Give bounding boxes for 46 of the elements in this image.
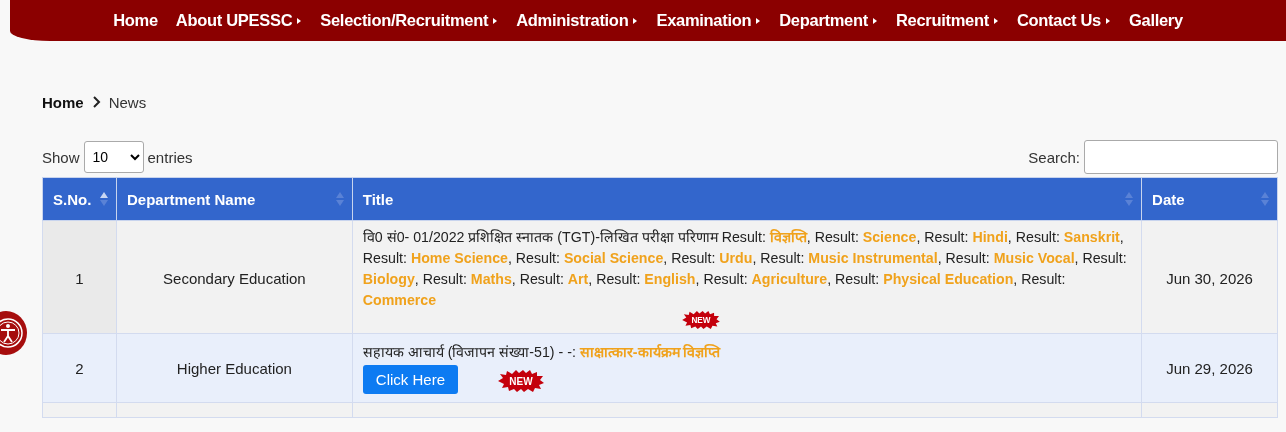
nav-link[interactable]: Contact Us <box>1007 11 1120 30</box>
nav-link[interactable]: Selection/Recruitment <box>311 11 508 30</box>
table-cell: Jun 29, 2026 <box>1141 333 1278 403</box>
breadcrumb-current: News <box>108 93 147 111</box>
result-link[interactable]: Music Instrumental <box>808 250 938 266</box>
column-header[interactable]: Department Name <box>116 177 353 221</box>
result-link[interactable]: Biology <box>362 271 415 287</box>
column-header[interactable]: Date <box>1141 177 1278 221</box>
result-link[interactable]: Commerce <box>362 292 437 308</box>
result-link[interactable]: विज्ञप्ति <box>769 229 807 245</box>
chevron-right-icon <box>91 96 101 108</box>
entries-label: entries <box>147 148 193 166</box>
table-cell: Jun 30, 2026 <box>1141 220 1278 334</box>
nav-link[interactable]: About UPESSC <box>166 11 312 30</box>
news-title: वि0 सं0- 01/2022 प्रशिक्षित स्नातक (TGT)-लिखित परीक्षा परिणाम Result: विज्ञप्ति, Result: Science, Result: Hindi, Result: Sanskrit, Result: Home Science, Result: Social Science, Result: Urdu, Result: Music Instrumental, Result: Music Vocal, Result: Biology, Result: Maths, Result: Art, Result: English, Result: Agriculture, Result: Physical Education, Result: Commerce <box>362 228 1128 310</box>
news-title: सहायक आचार्य (विजापन संख्या-51) - -: साक्षात्कार-कार्यक्रम विज्ञप्ति <box>362 343 722 362</box>
result-link[interactable]: साक्षात्कार-कार्यक्रम विज्ञप्ति <box>579 344 721 360</box>
result-link[interactable]: Home Science <box>410 250 508 266</box>
click-here-button[interactable]: Click Here <box>362 365 458 394</box>
nav-link[interactable]: Administration <box>507 11 648 30</box>
breadcrumb-link[interactable]: Home <box>42 93 84 111</box>
table-cell: Higher Education <box>116 333 353 403</box>
result-link[interactable]: Agriculture <box>751 271 828 287</box>
search-field[interactable] <box>1084 140 1278 174</box>
nav-link[interactable]: Department <box>770 11 887 30</box>
result-link[interactable]: Urdu <box>719 250 753 266</box>
nav-link[interactable]: Gallery <box>1120 11 1192 30</box>
result-link[interactable]: Hindi <box>972 229 1008 245</box>
result-link[interactable]: Sanskrit <box>1063 229 1120 245</box>
result-link[interactable]: English <box>644 271 696 287</box>
nav-link[interactable]: Recruitment <box>886 11 1008 30</box>
new-badge: NEW <box>498 370 544 393</box>
search-label: Search: <box>1028 148 1080 166</box>
result-link[interactable]: Maths <box>470 271 512 287</box>
show-label: Show <box>42 148 80 166</box>
result-link[interactable]: Music Vocal <box>993 250 1075 266</box>
column-header[interactable]: Title <box>352 177 1142 221</box>
result-link[interactable]: Science <box>862 229 917 245</box>
nav-link[interactable]: Home <box>104 11 167 30</box>
accessibility-icon[interactable] <box>0 311 28 355</box>
table-cell: 2 <box>42 333 117 403</box>
table-cell: 1 <box>42 220 117 334</box>
table-cell: Secondary Education <box>116 220 353 334</box>
nav-link[interactable]: Examination <box>647 11 771 30</box>
entries-select[interactable]: 10 <box>83 141 144 173</box>
column-header[interactable]: S.No. <box>42 177 117 221</box>
